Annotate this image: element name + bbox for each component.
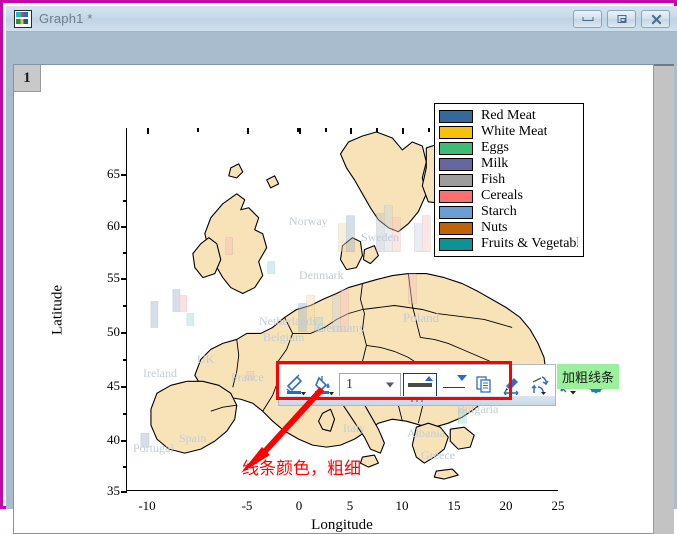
copy-format-button[interactable] <box>471 372 497 398</box>
legend-label: Fish <box>481 172 506 187</box>
toolbar-grip[interactable] <box>279 396 555 405</box>
legend-swatch-red-meat <box>439 109 473 123</box>
caret-up-icon <box>425 376 433 381</box>
y-tick-label: 65 <box>107 166 120 181</box>
arrange-order-button[interactable] <box>527 372 553 398</box>
x-axis-title: Longitude <box>311 517 373 533</box>
legend-item[interactable]: Eggs <box>439 140 578 156</box>
fill-color-button[interactable] <box>311 372 337 398</box>
green-annotation-label: 加粗线条 <box>557 364 620 389</box>
window-controls <box>573 10 670 28</box>
maximize-button[interactable] <box>607 10 636 28</box>
x-tick-label: -10 <box>138 498 156 513</box>
legend-item[interactable]: Starch <box>439 204 578 220</box>
title-bar: Graph1 * <box>6 6 677 32</box>
legend-swatch-fruits-vegetables <box>439 237 473 251</box>
graph-canvas[interactable]: Ireland UK Norway Sweden Denmark Netherl… <box>14 65 655 533</box>
x-tick-label: -5 <box>241 498 253 513</box>
legend-label: Cereals <box>481 188 523 203</box>
window-title: Graph1 * <box>39 11 93 26</box>
layer-tab-1[interactable]: 1 <box>14 65 41 92</box>
legend-swatch-starch <box>439 205 473 219</box>
graph-icon <box>14 9 32 28</box>
maximize-icon <box>617 15 626 23</box>
legend-label: Milk <box>481 156 509 171</box>
line-color-icon <box>286 374 306 396</box>
legend-label: White Meat <box>481 124 548 139</box>
x-tick-label: 10 <box>395 498 409 513</box>
legend-item[interactable]: Fruits & Vegetables <box>439 236 578 252</box>
legend-swatch-cereals <box>439 189 473 203</box>
legend-label: Red Meat <box>481 108 536 123</box>
scrollbar-thumb[interactable] <box>654 64 674 66</box>
chevron-down-icon <box>386 382 394 388</box>
legend-swatch-eggs <box>439 141 473 155</box>
legend-label: Fruits & Vegetables <box>481 236 578 251</box>
x-tick-label: 5 <box>346 498 354 513</box>
legend-swatch-white-meat <box>439 125 473 139</box>
x-tick-label: 0 <box>295 498 303 513</box>
minimize-button[interactable] <box>573 10 602 28</box>
arrange-arrows-icon <box>531 376 549 395</box>
y-tick-label: 40 <box>107 432 120 447</box>
caret-down-icon <box>457 375 467 381</box>
client-area: Ireland UK Norway Sweden Denmark Netherl… <box>6 32 677 534</box>
vertical-scrollbar[interactable] <box>653 64 674 534</box>
legend-swatch-fish <box>439 173 473 187</box>
legend-swatch-nuts <box>439 221 473 235</box>
legend-item[interactable]: Milk <box>439 156 578 172</box>
legend-item[interactable]: Red Meat <box>439 108 578 124</box>
line-width-value: 1 <box>346 377 353 392</box>
legend-swatch-milk <box>439 157 473 171</box>
fill-bucket-icon <box>315 376 334 396</box>
x-tick-label: 20 <box>499 498 513 513</box>
application-window: Graph1 * Ireland UK Norway Sweden Denmar… <box>0 0 677 534</box>
legend[interactable]: Red Meat White Meat Eggs Milk Fish Cerea… <box>434 103 584 257</box>
red-annotation-text: 线条颜色，粗细 <box>242 459 361 479</box>
line-color-button[interactable] <box>283 372 309 398</box>
mini-format-toolbar[interactable]: 1 <box>278 364 604 406</box>
thick-line-icon <box>408 383 432 387</box>
copy-pages-icon <box>476 376 491 393</box>
x-tick-label: 15 <box>447 498 461 513</box>
y-axis-title: Latitude <box>49 285 66 335</box>
y-tick-label: 35 <box>107 483 120 498</box>
line-style-preview-button[interactable] <box>403 373 437 397</box>
legend-item[interactable]: Nuts <box>439 220 578 236</box>
x-tick-label: 25 <box>551 498 565 513</box>
legend-item[interactable]: White Meat <box>439 124 578 140</box>
y-tick-label: 45 <box>107 378 120 393</box>
legend-label: Starch <box>481 204 517 219</box>
legend-label: Nuts <box>481 220 508 235</box>
close-button[interactable] <box>641 10 670 28</box>
y-tick-label: 55 <box>107 270 120 285</box>
line-width-combo[interactable]: 1 <box>339 373 401 397</box>
legend-item[interactable]: Fish <box>439 172 578 188</box>
close-icon <box>650 14 661 25</box>
legend-label: Eggs <box>481 140 509 155</box>
minimize-icon <box>582 17 593 21</box>
y-tick-label: 60 <box>107 218 120 233</box>
thin-line-icon <box>443 386 465 389</box>
line-type-dropdown[interactable] <box>439 373 469 397</box>
y-tick-label: 50 <box>107 324 120 339</box>
legend-item[interactable]: Cereals <box>439 188 578 204</box>
pencil-width-icon <box>503 378 519 395</box>
edit-mode-button[interactable] <box>499 372 525 398</box>
